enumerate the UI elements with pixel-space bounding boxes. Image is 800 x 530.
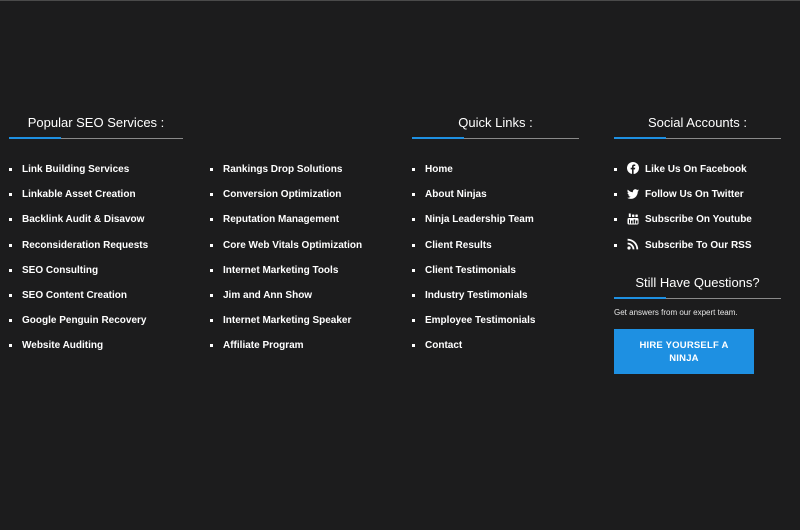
list-item[interactable]: Client Results [412, 233, 592, 258]
questions-divider [614, 296, 781, 299]
questions-subtext: Get answers from our expert team. [614, 308, 738, 317]
service-link[interactable]: Internet Marketing Speaker [223, 315, 351, 326]
quick-link[interactable]: Contact [425, 340, 462, 351]
quick-link[interactable]: Client Results [425, 240, 492, 251]
social-link[interactable]: Subscribe To Our RSS [645, 240, 752, 251]
list-item[interactable]: SEO Consulting [9, 258, 199, 283]
social-link[interactable]: Like Us On Facebook [645, 164, 747, 175]
hire-ninja-button[interactable]: HIRE YOURSELF A NINJA [614, 329, 754, 374]
list-item[interactable]: Employee Testimonials [412, 308, 592, 333]
list-item[interactable]: Google Penguin Recovery [9, 308, 199, 333]
list-item[interactable]: Link Building Services [9, 157, 199, 182]
services-section: Popular SEO Services : [9, 114, 183, 139]
list-item[interactable]: Backlink Audit & Disavow [9, 207, 199, 232]
list-item[interactable]: Conversion Optimization [210, 182, 400, 207]
services-column-b: Rankings Drop Solutions Conversion Optim… [210, 157, 400, 359]
accent-bar [614, 297, 666, 299]
list-item[interactable]: Affiliate Program [210, 333, 400, 358]
list-item[interactable]: Contact [412, 333, 592, 358]
accent-bar [614, 137, 666, 139]
services-list-a: Link Building Services Linkable Asset Cr… [9, 157, 199, 359]
list-item[interactable]: SEO Content Creation [9, 283, 199, 308]
services-list-b: Rankings Drop Solutions Conversion Optim… [210, 157, 400, 359]
quick-link[interactable]: Ninja Leadership Team [425, 214, 534, 225]
list-item[interactable]: Internet Marketing Speaker [210, 308, 400, 333]
social-link[interactable]: Follow Us On Twitter [645, 189, 744, 200]
social-column: Like Us On Facebook Follow Us On Twitter… [614, 157, 794, 258]
list-item[interactable]: Ninja Leadership Team [412, 207, 592, 232]
service-link[interactable]: Google Penguin Recovery [22, 315, 146, 326]
services-column-a: Link Building Services Linkable Asset Cr… [9, 157, 199, 359]
service-link[interactable]: Linkable Asset Creation [22, 189, 136, 200]
quick-links-section: Quick Links : [412, 114, 579, 139]
quick-links-list: Home About Ninjas Ninja Leadership Team … [412, 157, 592, 359]
service-link[interactable]: Backlink Audit & Disavow [22, 214, 144, 225]
quick-link[interactable]: Employee Testimonials [425, 315, 535, 326]
quick-link[interactable]: About Ninjas [425, 189, 487, 200]
service-link[interactable]: Reconsideration Requests [22, 240, 148, 251]
service-link[interactable]: Link Building Services [22, 164, 129, 175]
quick-link[interactable]: Client Testimonials [425, 265, 516, 276]
list-item[interactable]: Core Web Vitals Optimization [210, 233, 400, 258]
social-divider [614, 136, 781, 139]
list-item[interactable]: Rankings Drop Solutions [210, 157, 400, 182]
services-heading: Popular SEO Services : [27, 115, 165, 130]
service-link[interactable]: Conversion Optimization [223, 189, 341, 200]
quick-links-column: Home About Ninjas Ninja Leadership Team … [412, 157, 592, 359]
service-link[interactable]: Core Web Vitals Optimization [223, 240, 362, 251]
quick-link[interactable]: Industry Testimonials [425, 290, 528, 301]
list-item[interactable]: Jim and Ann Show [210, 283, 400, 308]
list-item[interactable]: Linkable Asset Creation [9, 182, 199, 207]
quick-links-divider [412, 136, 579, 139]
list-item[interactable]: Internet Marketing Tools [210, 258, 400, 283]
rss-icon [627, 238, 639, 250]
list-item[interactable]: Reconsideration Requests [9, 233, 199, 258]
service-link[interactable]: Jim and Ann Show [223, 290, 312, 301]
list-item[interactable]: Home [412, 157, 592, 182]
service-link[interactable]: Affiliate Program [223, 340, 304, 351]
list-item[interactable]: Reputation Management [210, 207, 400, 232]
twitter-icon [627, 188, 639, 200]
service-link[interactable]: Rankings Drop Solutions [223, 164, 342, 175]
list-item[interactable]: Client Testimonials [412, 258, 592, 283]
list-item[interactable]: Industry Testimonials [412, 283, 592, 308]
quick-links-heading: Quick Links : [458, 115, 533, 130]
services-divider [9, 136, 183, 139]
list-item[interactable]: Website Auditing [9, 333, 199, 358]
social-item-rss[interactable]: Subscribe To Our RSS [614, 233, 794, 258]
social-section: Social Accounts : [614, 114, 781, 139]
questions-section: Still Have Questions? Get answers from o… [614, 274, 781, 374]
quick-link[interactable]: Home [425, 164, 453, 175]
social-item-twitter[interactable]: Follow Us On Twitter [614, 182, 794, 207]
accent-bar [412, 137, 464, 139]
questions-heading: Still Have Questions? [635, 275, 760, 290]
social-link[interactable]: Subscribe On Youtube [645, 214, 752, 225]
social-heading: Social Accounts : [648, 115, 747, 130]
facebook-icon [627, 162, 639, 175]
service-link[interactable]: SEO Consulting [22, 265, 98, 276]
service-link[interactable]: SEO Content Creation [22, 290, 127, 301]
list-item[interactable]: About Ninjas [412, 182, 592, 207]
social-item-facebook[interactable]: Like Us On Facebook [614, 157, 794, 182]
accent-bar [9, 137, 61, 139]
service-link[interactable]: Internet Marketing Tools [223, 265, 338, 276]
social-item-youtube[interactable]: Subscribe On Youtube [614, 207, 794, 232]
service-link[interactable]: Website Auditing [22, 340, 103, 351]
youtube-icon [627, 213, 639, 225]
social-list: Like Us On Facebook Follow Us On Twitter… [614, 157, 794, 258]
service-link[interactable]: Reputation Management [223, 214, 339, 225]
